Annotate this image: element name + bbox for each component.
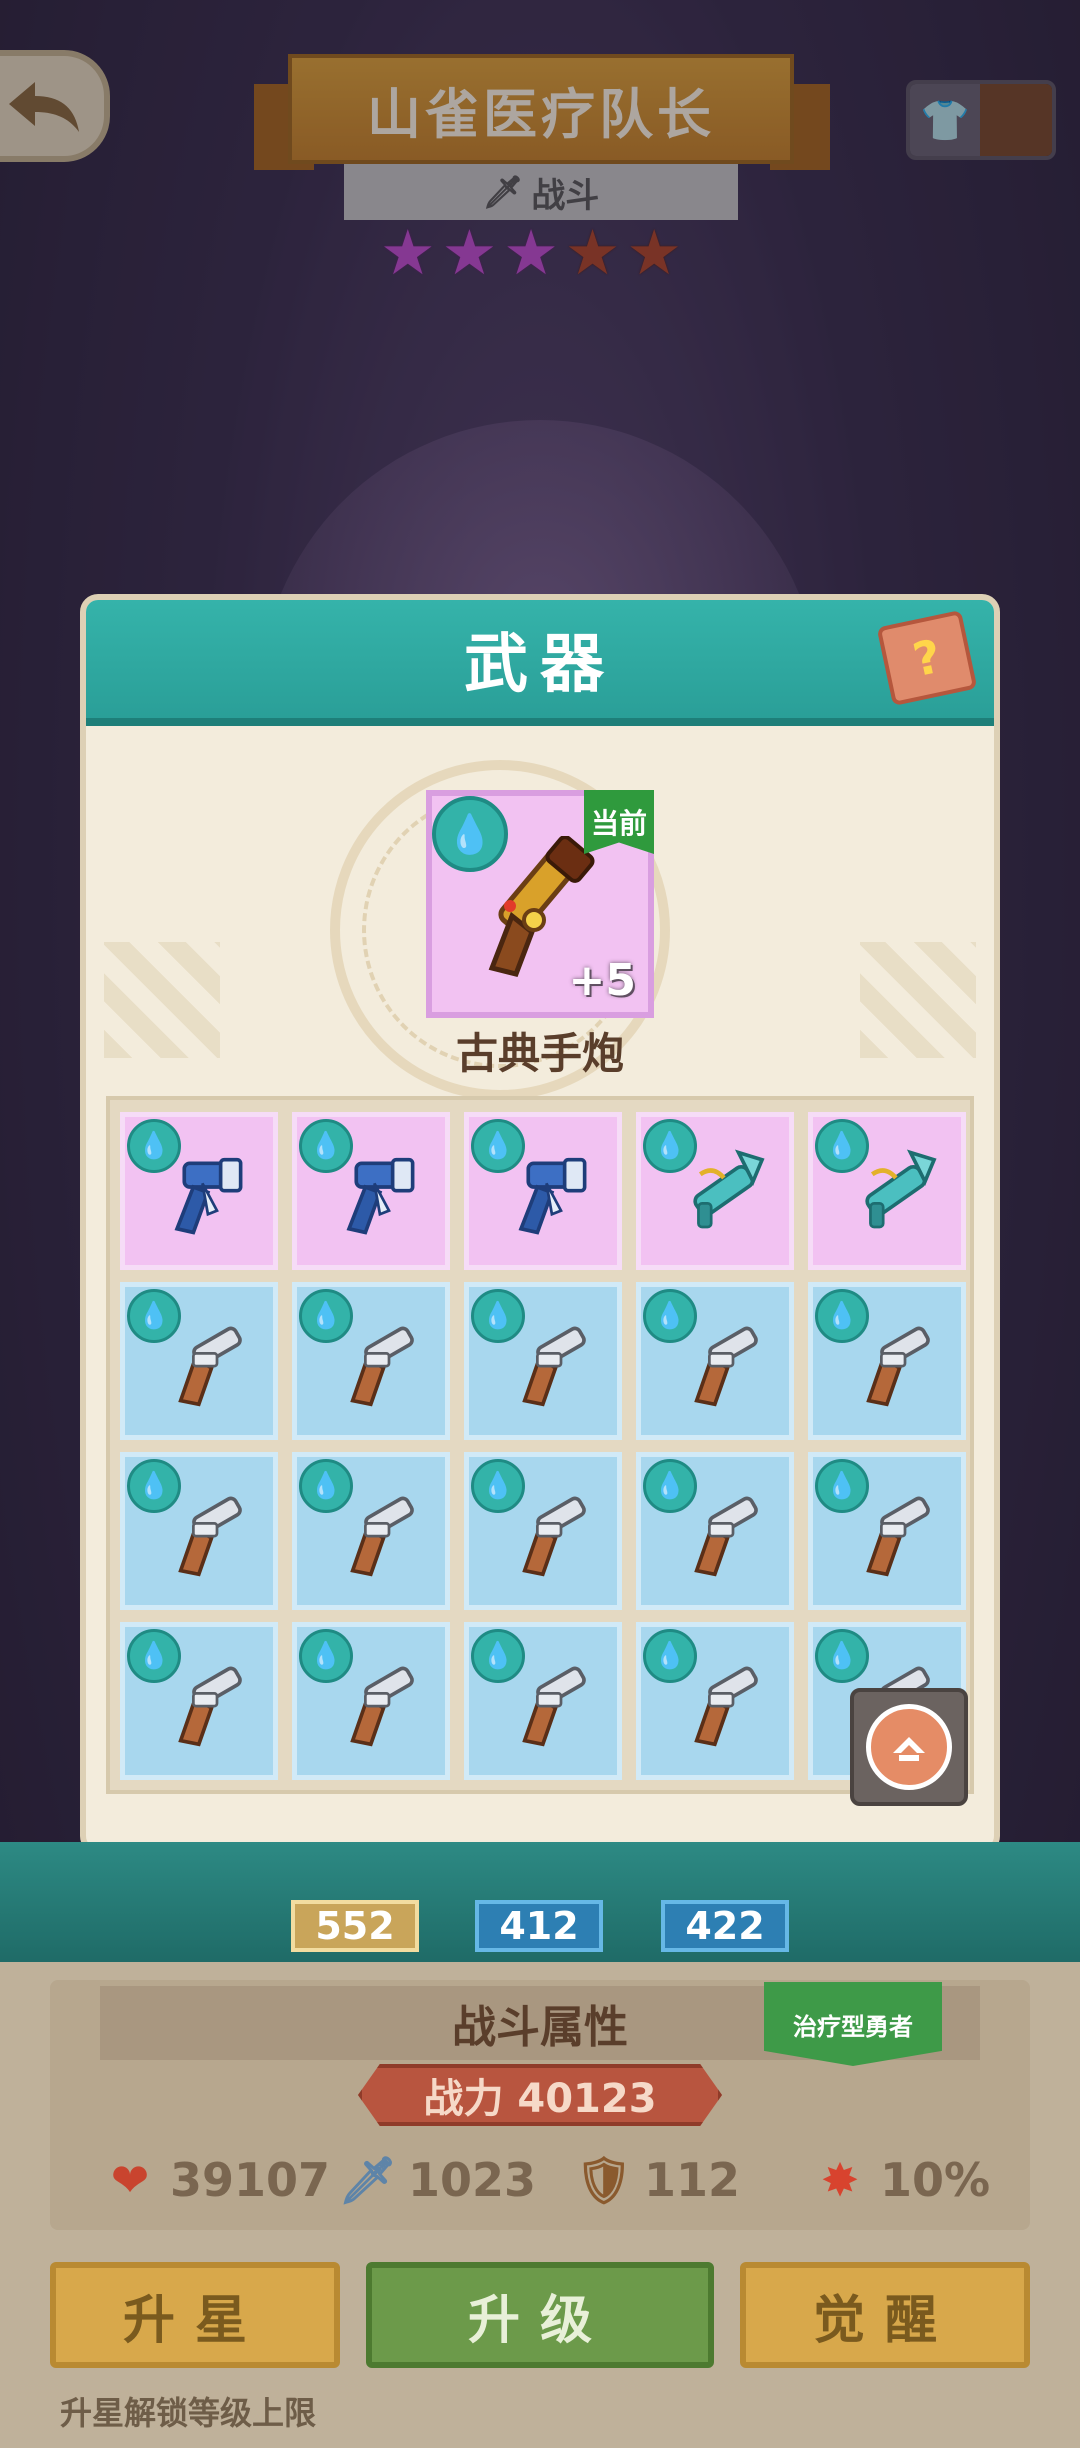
hp-value: 39107 [170, 2153, 331, 2207]
defense-stat: 🛡 112 [574, 2142, 740, 2218]
crit-value: 10% [880, 2153, 991, 2207]
modal-title: 武器 [86, 600, 994, 726]
crit-stat: ✸ 10% [810, 2142, 990, 2218]
flintlock-pistol-icon [866, 1496, 930, 1577]
awaken-button[interactable]: 觉醒 [740, 2262, 1030, 2368]
weapon-cell[interactable]: 💧 [808, 1112, 966, 1270]
flintlock-pistol-icon [694, 1326, 758, 1407]
attack-value: 1023 [408, 2153, 537, 2207]
weapon-cell[interactable]: 💧 [464, 1452, 622, 1610]
level-up-button[interactable]: 升级 [366, 2262, 714, 2368]
star-up-button[interactable]: 升星 [50, 2262, 340, 2368]
weapon-cell[interactable]: 💧 [636, 1452, 794, 1610]
crit-burst-icon: ✸ [820, 2153, 860, 2207]
weapon-modal: 武器 ? 💧 当前 +5 古典手炮 💧 💧 💧 💧 💧 💧 💧 💧 💧 💧 💧 💧 💧 💧 💧 💧 💧 💧 💧 💧 [80, 594, 1000, 1854]
weapon-cell[interactable]: 💧 [120, 1622, 278, 1780]
rocket-launcher-icon [865, 1149, 937, 1229]
armor-slot[interactable]: 412 [474, 1860, 604, 1952]
gatling-gun-icon [518, 1157, 587, 1235]
flintlock-pistol-icon [522, 1326, 586, 1407]
flintlock-pistol-icon [694, 1496, 758, 1577]
weapon-cell[interactable]: 💧 [464, 1282, 622, 1440]
defense-value: 112 [644, 2153, 741, 2207]
rocket-launcher-icon [693, 1149, 765, 1229]
weapon-cell[interactable]: 💧 [464, 1622, 622, 1780]
weapon-cell[interactable]: 💧 [636, 1282, 794, 1440]
gatling-gun-icon [174, 1157, 243, 1235]
flintlock-pistol-icon [694, 1666, 758, 1747]
weapon-cell[interactable]: 💧 [120, 1282, 278, 1440]
hero-type-tag: 治疗型勇者 [764, 1982, 942, 2066]
flintlock-pistol-icon [178, 1666, 242, 1747]
current-weapon-name: 古典手炮 [455, 1029, 624, 1078]
weapon-cell[interactable]: 💧 [808, 1452, 966, 1610]
armor-level: 412 [475, 1900, 603, 1952]
enhance-level: +5 [568, 955, 636, 1006]
weapon-cell[interactable]: 💧 [636, 1112, 794, 1270]
combat-power: 战力 40123 [358, 2064, 722, 2126]
star-up-hint: 升星解锁等级上限 [60, 2394, 317, 2432]
flintlock-pistol-icon [178, 1496, 242, 1577]
weapon-cell[interactable]: 💧 [292, 1112, 450, 1270]
flintlock-pistol-icon [522, 1666, 586, 1747]
weapon-cell[interactable]: 💧 [292, 1452, 450, 1610]
weapon-slot[interactable]: 552 [290, 1860, 420, 1952]
hp-stat: ❤ 39107 [100, 2142, 330, 2218]
accessory-level: 422 [661, 1900, 789, 1952]
weapon-grid[interactable]: 💧 💧 💧 💧 💧 💧 💧 💧 💧 💧 💧 💧 💧 💧 💧 💧 💧 💧 💧 💧 [106, 1096, 974, 1794]
accessory-slot[interactable]: 422 [660, 1860, 790, 1952]
weapon-cell[interactable]: 💧 [292, 1622, 450, 1780]
shield-icon: 🛡 [574, 2152, 634, 2207]
chevron-up-icon [866, 1704, 952, 1790]
scroll-top-button[interactable] [850, 1688, 968, 1806]
flintlock-pistol-icon [178, 1326, 242, 1407]
weapon-cell[interactable]: 💧 [808, 1282, 966, 1440]
sword-icon: 🗡 [338, 2152, 398, 2207]
weapon-cell[interactable]: 💧 [636, 1622, 794, 1780]
flintlock-pistol-icon [350, 1666, 414, 1747]
weapon-cell[interactable]: 💧 [292, 1282, 450, 1440]
heart-icon: ❤ [110, 2153, 150, 2207]
weapon-cell[interactable]: 💧 [120, 1112, 278, 1270]
flintlock-pistol-icon [866, 1326, 930, 1407]
weapon-cell[interactable]: 💧 [120, 1452, 278, 1610]
gatling-gun-icon [346, 1157, 415, 1235]
weapon-cell[interactable]: 💧 [464, 1112, 622, 1270]
weapon-level: 552 [291, 1900, 419, 1952]
current-weapon-card[interactable]: 💧 当前 +5 [426, 790, 654, 1018]
attack-stat: 🗡 1023 [338, 2142, 536, 2218]
flintlock-pistol-icon [350, 1496, 414, 1577]
flintlock-pistol-icon [350, 1326, 414, 1407]
flintlock-pistol-icon [522, 1496, 586, 1577]
